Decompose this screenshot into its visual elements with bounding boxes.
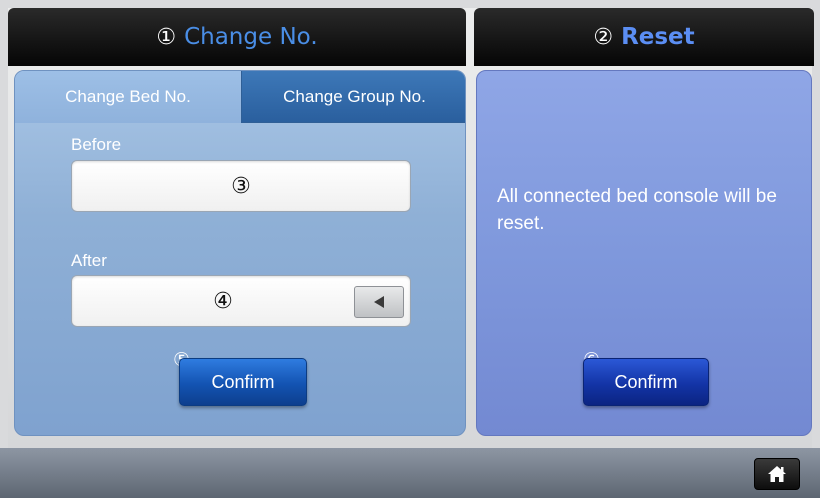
reset-header: ② Reset <box>474 8 814 66</box>
after-input[interactable]: ④ <box>71 275 411 327</box>
reset-message: All connected bed console will be reset. <box>497 186 777 234</box>
change-no-number: ① <box>156 24 177 50</box>
change-no-title: Change No. <box>184 24 318 50</box>
reset-confirm-button[interactable]: Confirm <box>583 358 709 406</box>
home-button[interactable] <box>754 458 800 490</box>
tab-change-group-no[interactable]: Change Group No. <box>241 71 465 123</box>
reset-number: ② <box>593 24 614 50</box>
after-label: After <box>71 251 107 270</box>
reset-title: Reset <box>621 24 695 50</box>
home-icon <box>768 466 786 482</box>
backspace-arrow-icon <box>374 296 384 308</box>
after-input-value: ④ <box>213 288 233 314</box>
tab-change-bed-no[interactable]: Change Bed No. <box>15 71 241 123</box>
change-no-panel: Change Bed No. Change Group No. Before ③… <box>14 70 466 436</box>
reset-panel: All connected bed console will be reset.… <box>476 70 812 436</box>
before-input[interactable]: ③ <box>71 160 411 212</box>
backspace-button[interactable] <box>354 286 404 318</box>
before-label: Before <box>71 135 122 154</box>
change-confirm-button[interactable]: Confirm <box>179 358 307 406</box>
before-input-value: ③ <box>231 173 251 199</box>
footer-bar <box>0 448 820 498</box>
change-no-header: ① Change No. <box>8 8 466 66</box>
